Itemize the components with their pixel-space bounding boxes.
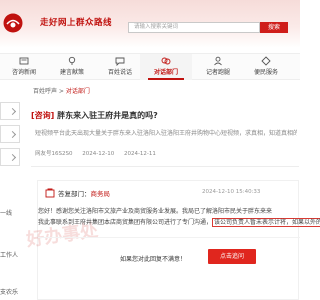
follow-up-button[interactable]: 点击追问 — [208, 249, 256, 264]
sidebar-text[interactable]: 支农乐 — [0, 287, 18, 296]
service-icon — [261, 56, 271, 66]
nav-label: 建言献策 — [59, 69, 84, 76]
reply-line: 您好！感谢您关注洛阳市文旅产业及商贸服务业发展。我局已了解洛阳市民关于胖东来来 — [38, 208, 273, 215]
search-button[interactable]: 搜索 — [260, 22, 288, 33]
department-prefix: 答复部门： — [58, 190, 91, 198]
reply-line: 我此事联系到王府井集团本店商贸集团有限公司进行了专门沟通， 该公司负责人暂未表示计… — [38, 218, 320, 227]
nav-label: 记者跑腿 — [205, 69, 230, 76]
logo-icon[interactable] — [2, 12, 24, 34]
divider — [31, 166, 299, 167]
breadcrumb: 百姓呼声 > 对话部门 — [33, 86, 90, 95]
reply-department: 答复部门：商务局 — [58, 188, 110, 198]
sidebar-text[interactable]: 一线 — [0, 208, 12, 217]
nav-label: 对话部门 — [153, 69, 178, 76]
highlighted-text: 该公司负责人暂未表示计将，如果以外的知 — [212, 218, 320, 227]
sidebar-button[interactable] — [0, 148, 20, 166]
nav-label: 咨询新闻 — [11, 69, 36, 76]
author-id: 网友号16S2S0 — [35, 151, 73, 157]
reply-time: 2024-12-10 15:40:33 — [202, 189, 261, 195]
nav-label: 便民服务 — [253, 69, 278, 76]
breadcrumb-separator: > — [57, 88, 66, 95]
article-summary: 短视频平台此天出现大量关于胖东来入驻洛阳入驻洛阳王府井购物中心短视频，求真相，知… — [35, 130, 297, 137]
reply-text: 我此事联系到王府井集团本店商贸集团有限公司进行了专门沟通， — [38, 219, 213, 226]
suggestion-icon — [68, 56, 76, 65]
nav-item-service[interactable]: 便民服务 — [246, 54, 286, 80]
nav-item-speak[interactable]: 百姓说话 — [100, 54, 140, 80]
speak-icon — [115, 57, 125, 66]
site-title: 走好网上群众路线 — [40, 18, 113, 28]
left-sidebar: 一线 工作人 支农乐 — [0, 80, 22, 300]
search-input[interactable]: 请输入搜索关键词 — [128, 22, 260, 33]
site-header: 走好网上群众路线 请输入搜索关键词 搜索 — [0, 0, 300, 48]
title-text: 胖东来入驻王府井是真的吗? — [54, 111, 158, 120]
news-icon — [19, 57, 29, 65]
sidebar-text[interactable]: 工作人 — [0, 250, 18, 259]
nav-item-dialogue[interactable]: 对话部门 — [140, 54, 192, 80]
divider — [38, 237, 300, 238]
sidebar-button[interactable] — [0, 125, 20, 143]
dissatisfied-prompt: 如果您对此回复不满意！ — [120, 256, 187, 263]
page-title: [咨询] 胖东来入驻王府井是真的吗? — [31, 110, 158, 121]
breadcrumb-current[interactable]: 对话部门 — [66, 88, 90, 95]
reply-date: 2024-12-11 — [123, 151, 156, 157]
reply-card: 好办事处 答复部门：商务局 2024-12-10 15:40:33 您好！感谢您… — [25, 180, 320, 300]
breadcrumb-home[interactable]: 百姓呼声 — [33, 88, 57, 95]
main-nav: 咨询新闻 建言献策 百姓说话 对话部门 记者跑腿 便民服务 — [0, 53, 300, 80]
nav-item-suggestion[interactable]: 建言献策 — [52, 54, 92, 80]
dialogue-icon — [161, 57, 171, 65]
article-meta: 网友号16S2S0 2024-12-10 2024-12-11 — [35, 149, 297, 161]
post-date: 2024-12-10 — [82, 151, 115, 157]
nav-item-reporter[interactable]: 记者跑腿 — [198, 54, 238, 80]
reporter-icon — [214, 56, 222, 66]
category-tag: [咨询] — [31, 111, 55, 120]
sidebar-button[interactable] — [0, 102, 20, 120]
department-icon — [45, 188, 55, 198]
department-name[interactable]: 商务局 — [91, 190, 111, 198]
nav-label: 百姓说话 — [107, 69, 132, 76]
nav-item-news[interactable]: 咨询新闻 — [4, 54, 44, 80]
main-content: 百姓呼声 > 对话部门 [咨询] 胖东来入驻王府井是真的吗? 短视频平台此天出现… — [25, 86, 320, 300]
